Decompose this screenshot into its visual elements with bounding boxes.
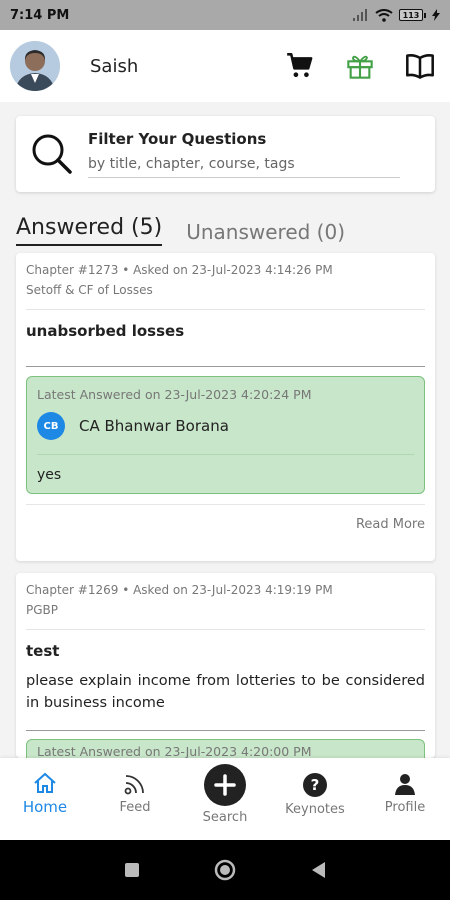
search-icon xyxy=(32,134,72,174)
answer-box: Latest Answered on 23-Jul-2023 4:20:24 P… xyxy=(26,376,425,494)
filter-title: Filter Your Questions xyxy=(88,130,267,148)
answer-meta: Latest Answered on 23-Jul-2023 4:20:24 P… xyxy=(37,387,312,402)
answer-text: yes xyxy=(37,467,62,483)
nav-search-label: Search xyxy=(202,810,248,825)
help-circle-icon: ? xyxy=(303,773,327,797)
nav-home-label: Home xyxy=(22,798,68,816)
nav-keynotes[interactable]: ? Keynotes xyxy=(270,758,360,840)
add-search-icon xyxy=(204,764,246,806)
answer-meta: Latest Answered on 23-Jul-2023 4:20:00 P… xyxy=(37,744,312,758)
question-topic: Setoff & CF of Losses xyxy=(26,283,425,310)
app-header: Saish xyxy=(0,30,450,102)
rss-feed-icon xyxy=(124,775,144,795)
bottom-nav: Home Feed Search ? Keynotes Profile xyxy=(0,758,450,840)
question-tabs: Answered (5) Unanswered (0) xyxy=(16,206,435,246)
tab-answered[interactable]: Answered (5) xyxy=(16,215,163,246)
question-card[interactable]: Chapter #1269 • Asked on 23-Jul-2023 4:1… xyxy=(16,573,435,758)
username: Saish xyxy=(90,55,139,77)
book-icon[interactable] xyxy=(404,50,436,82)
signal-icon xyxy=(353,9,367,21)
battery-icon: 113 xyxy=(399,9,426,21)
question-title: unabsorbed losses xyxy=(26,322,185,340)
nav-search[interactable]: Search xyxy=(180,758,270,840)
back-icon[interactable] xyxy=(310,861,326,879)
recents-icon[interactable] xyxy=(124,862,140,878)
status-bar: 7:14 PM 113 xyxy=(0,0,450,30)
battery-level: 113 xyxy=(399,9,423,21)
answer-box: Latest Answered on 23-Jul-2023 4:20:00 P… xyxy=(26,739,425,758)
divider xyxy=(26,366,425,367)
question-title: test xyxy=(26,642,60,660)
tab-unanswered[interactable]: Unanswered (0) xyxy=(186,220,345,246)
filter-input[interactable]: by title, chapter, course, tags xyxy=(88,156,400,178)
answerer: CB CA Bhanwar Borana xyxy=(37,412,414,455)
nav-home[interactable]: Home xyxy=(0,758,90,840)
read-more-link[interactable]: Read More xyxy=(26,504,425,532)
question-topic: PGBP xyxy=(26,603,425,630)
svg-text:?: ? xyxy=(311,776,320,794)
cart-icon[interactable] xyxy=(284,50,316,82)
person-icon xyxy=(395,774,415,795)
gift-icon[interactable] xyxy=(344,50,376,82)
question-body: please explain income from lotteries to … xyxy=(26,673,425,711)
answerer-name: CA Bhanwar Borana xyxy=(79,417,229,435)
charging-icon xyxy=(432,9,440,21)
nav-feed[interactable]: Feed xyxy=(90,758,180,840)
status-time: 7:14 PM xyxy=(10,7,70,23)
question-meta: Chapter #1269 • Asked on 23-Jul-2023 4:1… xyxy=(26,583,333,597)
divider xyxy=(26,730,425,731)
nav-profile[interactable]: Profile xyxy=(360,758,450,840)
system-nav-bar xyxy=(0,840,450,900)
question-meta: Chapter #1273 • Asked on 23-Jul-2023 4:1… xyxy=(26,263,333,277)
answerer-avatar: CB xyxy=(37,412,65,440)
nav-profile-label: Profile xyxy=(384,800,426,815)
nav-keynotes-label: Keynotes xyxy=(285,802,345,817)
home-icon xyxy=(34,772,56,793)
filter-card[interactable]: Filter Your Questions by title, chapter,… xyxy=(16,116,435,192)
wifi-icon xyxy=(375,8,393,22)
nav-feed-label: Feed xyxy=(119,800,151,815)
home-button-icon[interactable] xyxy=(214,859,236,881)
avatar[interactable] xyxy=(10,41,60,91)
question-card[interactable]: Chapter #1273 • Asked on 23-Jul-2023 4:1… xyxy=(16,253,435,561)
